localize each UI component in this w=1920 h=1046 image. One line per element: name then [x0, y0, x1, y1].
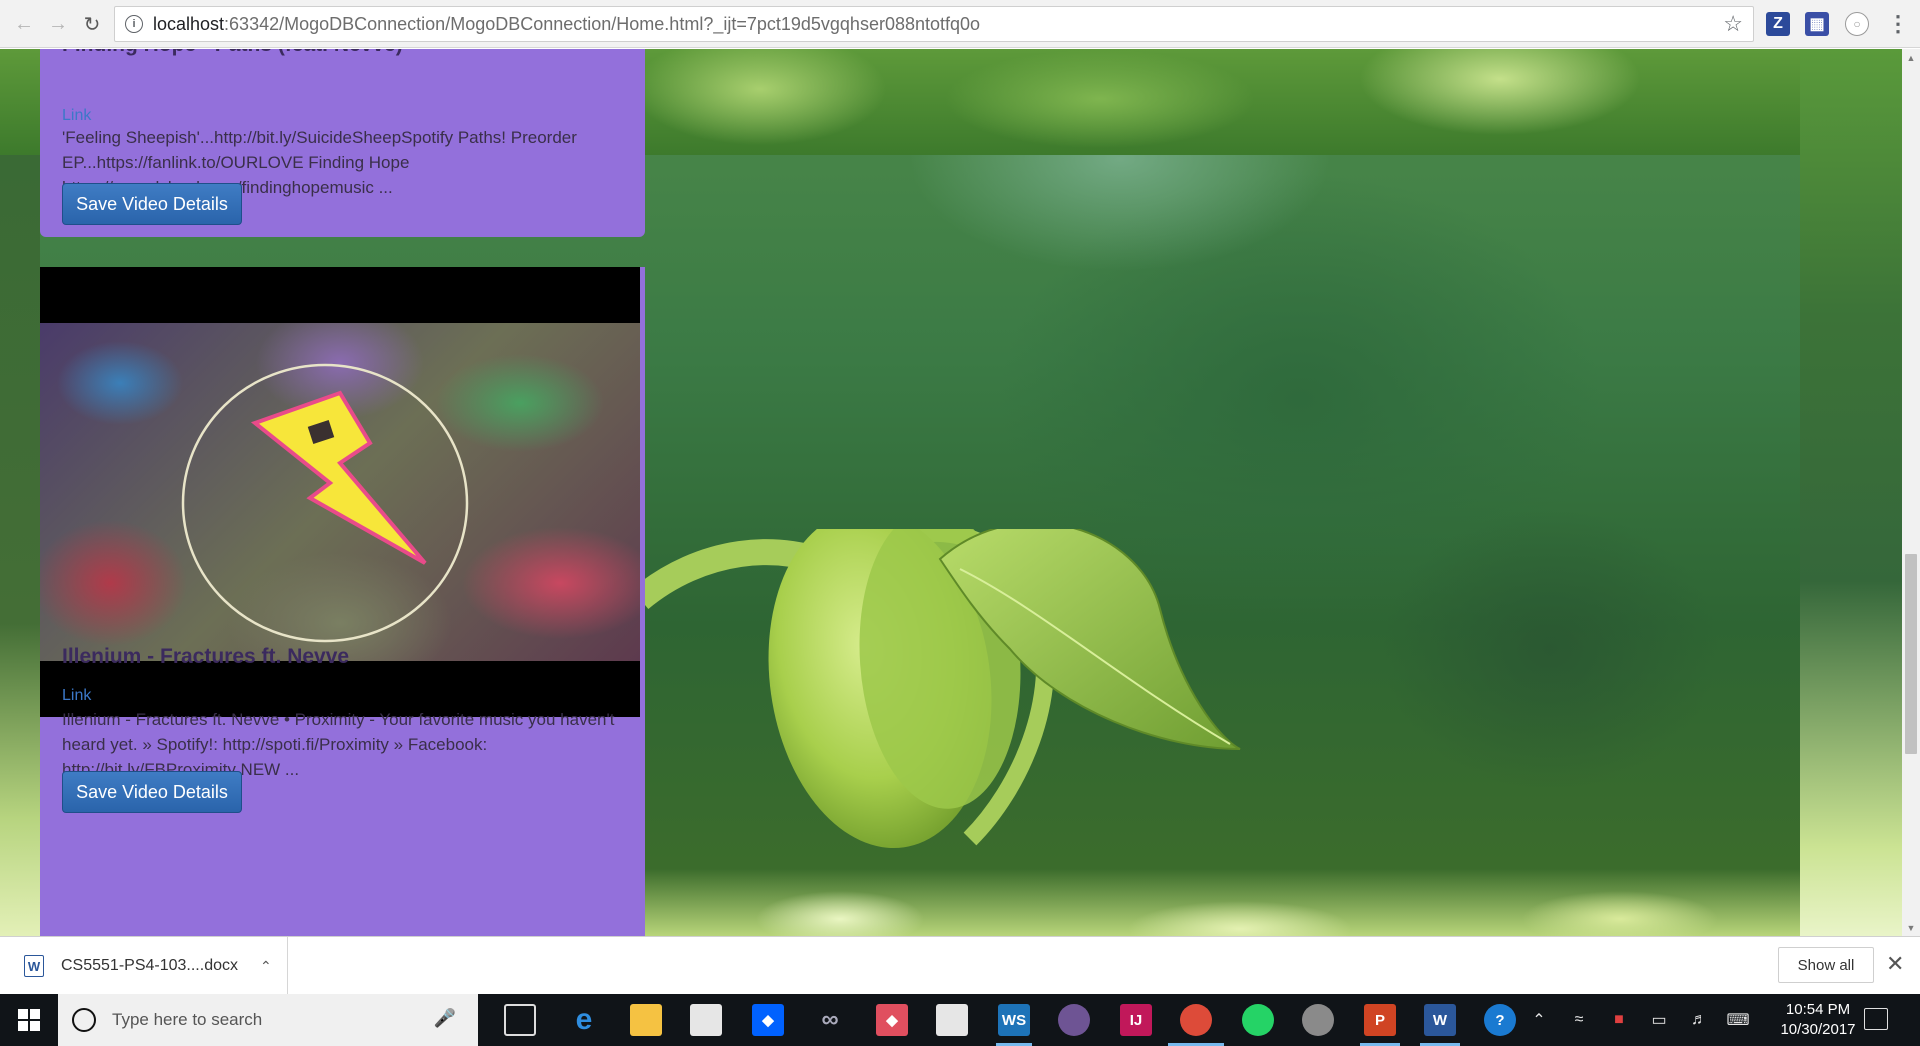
- video-card: Finding Hope - Paths (feat. Nevve) Link …: [40, 49, 645, 237]
- paint-icon[interactable]: [1302, 1004, 1334, 1036]
- powerpoint-icon[interactable]: P: [1364, 1004, 1396, 1036]
- video-card: Illenium - Fractures ft. Nevve Link Ille…: [40, 267, 645, 936]
- save-video-details-button[interactable]: Save Video Details: [62, 771, 242, 813]
- scroll-down-arrow-icon[interactable]: ▼: [1902, 919, 1920, 936]
- show-all-downloads-button[interactable]: Show all: [1778, 947, 1874, 983]
- windows-taskbar: Type here to search 🎤 e ◆ ∞ ◆ WS IJ P W …: [0, 994, 1920, 1046]
- menu-kebab-icon[interactable]: ⋮: [1886, 11, 1910, 36]
- user-extension-icon[interactable]: ▦: [1805, 12, 1829, 36]
- gift-icon[interactable]: ■: [1604, 994, 1634, 1046]
- video-title: Finding Hope - Paths (feat. Nevve): [62, 49, 403, 57]
- mail-icon[interactable]: [936, 1004, 968, 1036]
- page-viewport: Finding Hope - Paths (feat. Nevve) Link …: [0, 49, 1902, 936]
- notification-center-icon[interactable]: [1864, 1008, 1888, 1030]
- word-document-icon: W: [24, 955, 44, 977]
- video-link[interactable]: Link: [62, 687, 91, 705]
- clock-time: 10:54 PM: [1785, 1001, 1851, 1018]
- site-info-icon[interactable]: i: [125, 15, 143, 33]
- word-icon[interactable]: W: [1424, 1004, 1456, 1036]
- download-filename: CS5551-PS4-103....docx: [61, 957, 238, 974]
- volume-muted-icon[interactable]: ♬: [1684, 994, 1714, 1046]
- microphone-icon[interactable]: 🎤: [434, 1008, 456, 1029]
- background-ground-flowers: [640, 869, 1800, 936]
- bookmark-star-icon[interactable]: ☆: [1723, 11, 1743, 37]
- download-shelf: W CS5551-PS4-103....docx ⌃ Show all ✕: [0, 936, 1920, 995]
- url-path: :63342/MogoDBConnection/MogoDBConnection…: [224, 13, 981, 34]
- taskbar-search-box[interactable]: Type here to search 🎤: [58, 994, 478, 1046]
- github-icon[interactable]: [1058, 1004, 1090, 1036]
- reload-icon[interactable]: ↻: [78, 10, 106, 38]
- video-link[interactable]: Link: [62, 107, 91, 125]
- search-placeholder: Type here to search: [112, 1010, 263, 1029]
- forward-arrow-icon[interactable]: →: [44, 10, 72, 38]
- system-clock[interactable]: 10:54 PM 10/30/2017: [1768, 1000, 1868, 1040]
- chrome-icon[interactable]: [1180, 1004, 1212, 1036]
- browser-toolbar: ← → ↻ i localhost:63342/MogoDBConnection…: [0, 0, 1920, 48]
- dropbox-icon[interactable]: ◆: [752, 1004, 784, 1036]
- infinity-app-icon[interactable]: ∞: [814, 1004, 846, 1036]
- url-text: localhost:63342/MogoDBConnection/MogoDBC…: [153, 14, 980, 35]
- clock-date: 10/30/2017: [1780, 1021, 1856, 1038]
- store-icon[interactable]: [690, 1004, 722, 1036]
- zotero-extension-icon[interactable]: Z: [1766, 12, 1790, 36]
- thumbnail-artwork: [40, 323, 640, 661]
- battery-icon[interactable]: ▭: [1644, 994, 1674, 1046]
- file-explorer-icon[interactable]: [630, 1004, 662, 1036]
- keyboard-icon[interactable]: ⌨: [1720, 994, 1756, 1046]
- scrollbar-thumb[interactable]: [1905, 554, 1917, 754]
- windows-start-icon[interactable]: [0, 994, 58, 1046]
- edge-browser-icon[interactable]: e: [568, 1003, 600, 1036]
- save-video-details-button[interactable]: Save Video Details: [62, 183, 242, 225]
- task-view-icon[interactable]: [504, 1004, 536, 1036]
- url-host: localhost: [153, 13, 225, 34]
- webstorm-icon[interactable]: WS: [998, 1004, 1030, 1036]
- chevron-up-icon[interactable]: ⌃: [1524, 994, 1554, 1046]
- background-left-edge: [0, 155, 40, 936]
- address-bar[interactable]: i localhost:63342/MogoDBConnection/MogoD…: [114, 6, 1754, 42]
- back-arrow-icon[interactable]: ←: [10, 10, 38, 38]
- scroll-up-arrow-icon[interactable]: ▲: [1902, 49, 1920, 66]
- proximity-logo-icon: [181, 363, 469, 643]
- video-title: Illenium - Fractures ft. Nevve: [62, 645, 350, 668]
- close-icon[interactable]: ✕: [1886, 951, 1904, 977]
- chevron-up-icon[interactable]: ⌃: [260, 958, 272, 975]
- page-scrollbar[interactable]: ▲ ▼: [1902, 49, 1920, 936]
- background-right-edge: [1800, 49, 1902, 936]
- git-client-icon[interactable]: ◆: [876, 1004, 908, 1036]
- help-icon[interactable]: ?: [1484, 1004, 1516, 1036]
- wifi-icon[interactable]: ≈: [1564, 994, 1594, 1046]
- whatsapp-icon[interactable]: [1242, 1004, 1274, 1036]
- intellij-icon[interactable]: IJ: [1120, 1004, 1152, 1036]
- cortana-icon: [72, 1008, 96, 1032]
- profile-extension-icon[interactable]: ○: [1845, 12, 1869, 36]
- download-item[interactable]: W CS5551-PS4-103....docx ⌃: [0, 937, 288, 995]
